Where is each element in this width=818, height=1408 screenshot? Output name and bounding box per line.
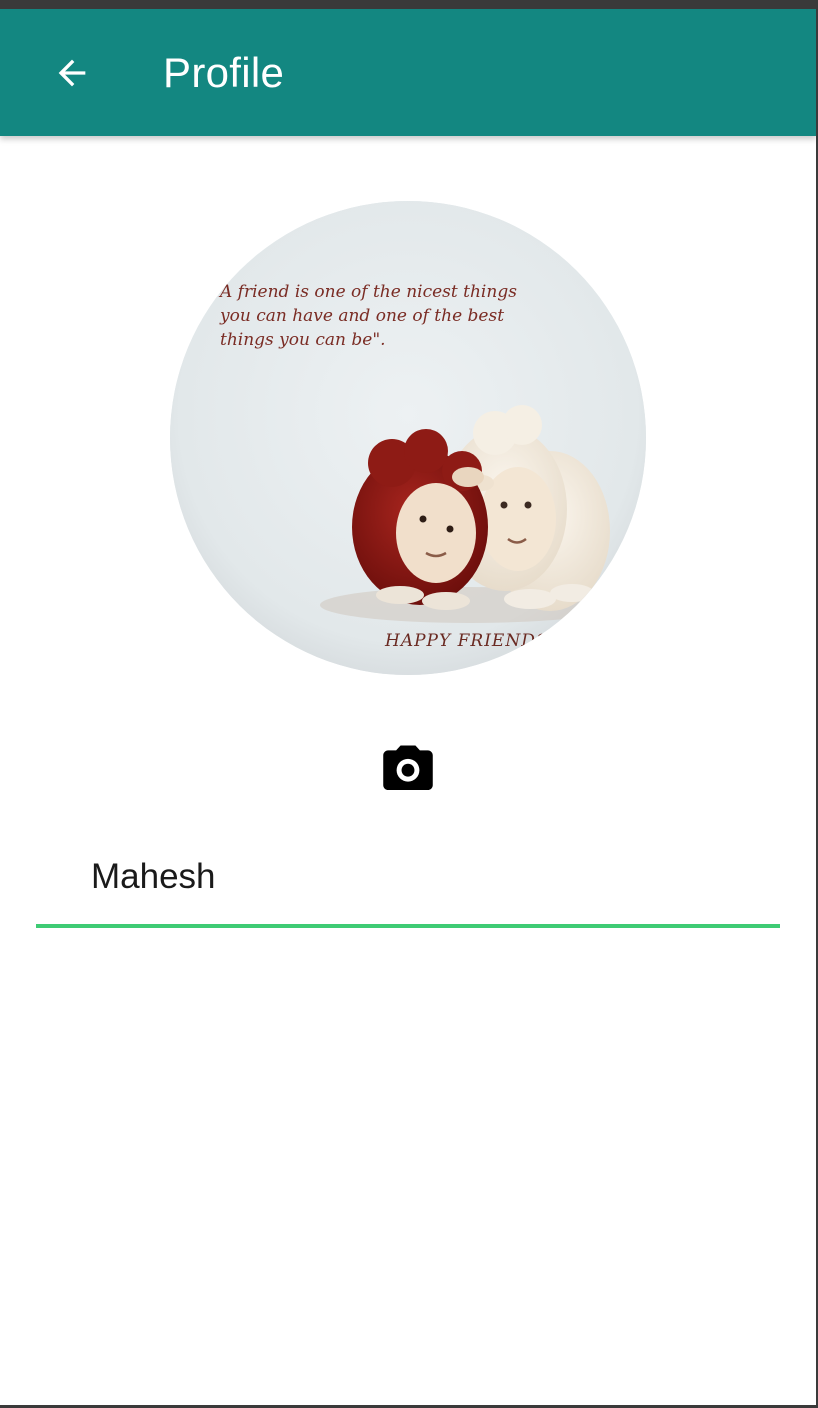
change-photo-button[interactable] xyxy=(376,741,440,797)
page-title: Profile xyxy=(163,49,285,96)
photo-caption: HAPPY FRIENDSHIP xyxy=(384,631,584,651)
back-button[interactable] xyxy=(44,45,100,101)
name-field-underline xyxy=(36,924,780,928)
profile-screen: Profile A friend is one of the nicest th… xyxy=(0,9,816,1405)
arrow-left-icon xyxy=(58,59,86,87)
photo-quote-line-1: A friend is one of the nicest things xyxy=(218,282,517,302)
photo-quote-line-2: you can have and one of the best xyxy=(219,306,504,326)
device-frame: Profile A friend is one of the nicest th… xyxy=(0,0,818,1408)
profile-photo[interactable]: A friend is one of the nicest things you… xyxy=(170,201,646,675)
name-field[interactable]: Mahesh xyxy=(36,845,780,929)
photo-quote-line-3: things you can be". xyxy=(220,330,386,350)
profile-photo-image: A friend is one of the nicest things you… xyxy=(170,201,646,675)
name-field-value: Mahesh xyxy=(91,857,216,896)
app-bar: Profile xyxy=(0,9,816,136)
camera-icon xyxy=(383,745,433,791)
